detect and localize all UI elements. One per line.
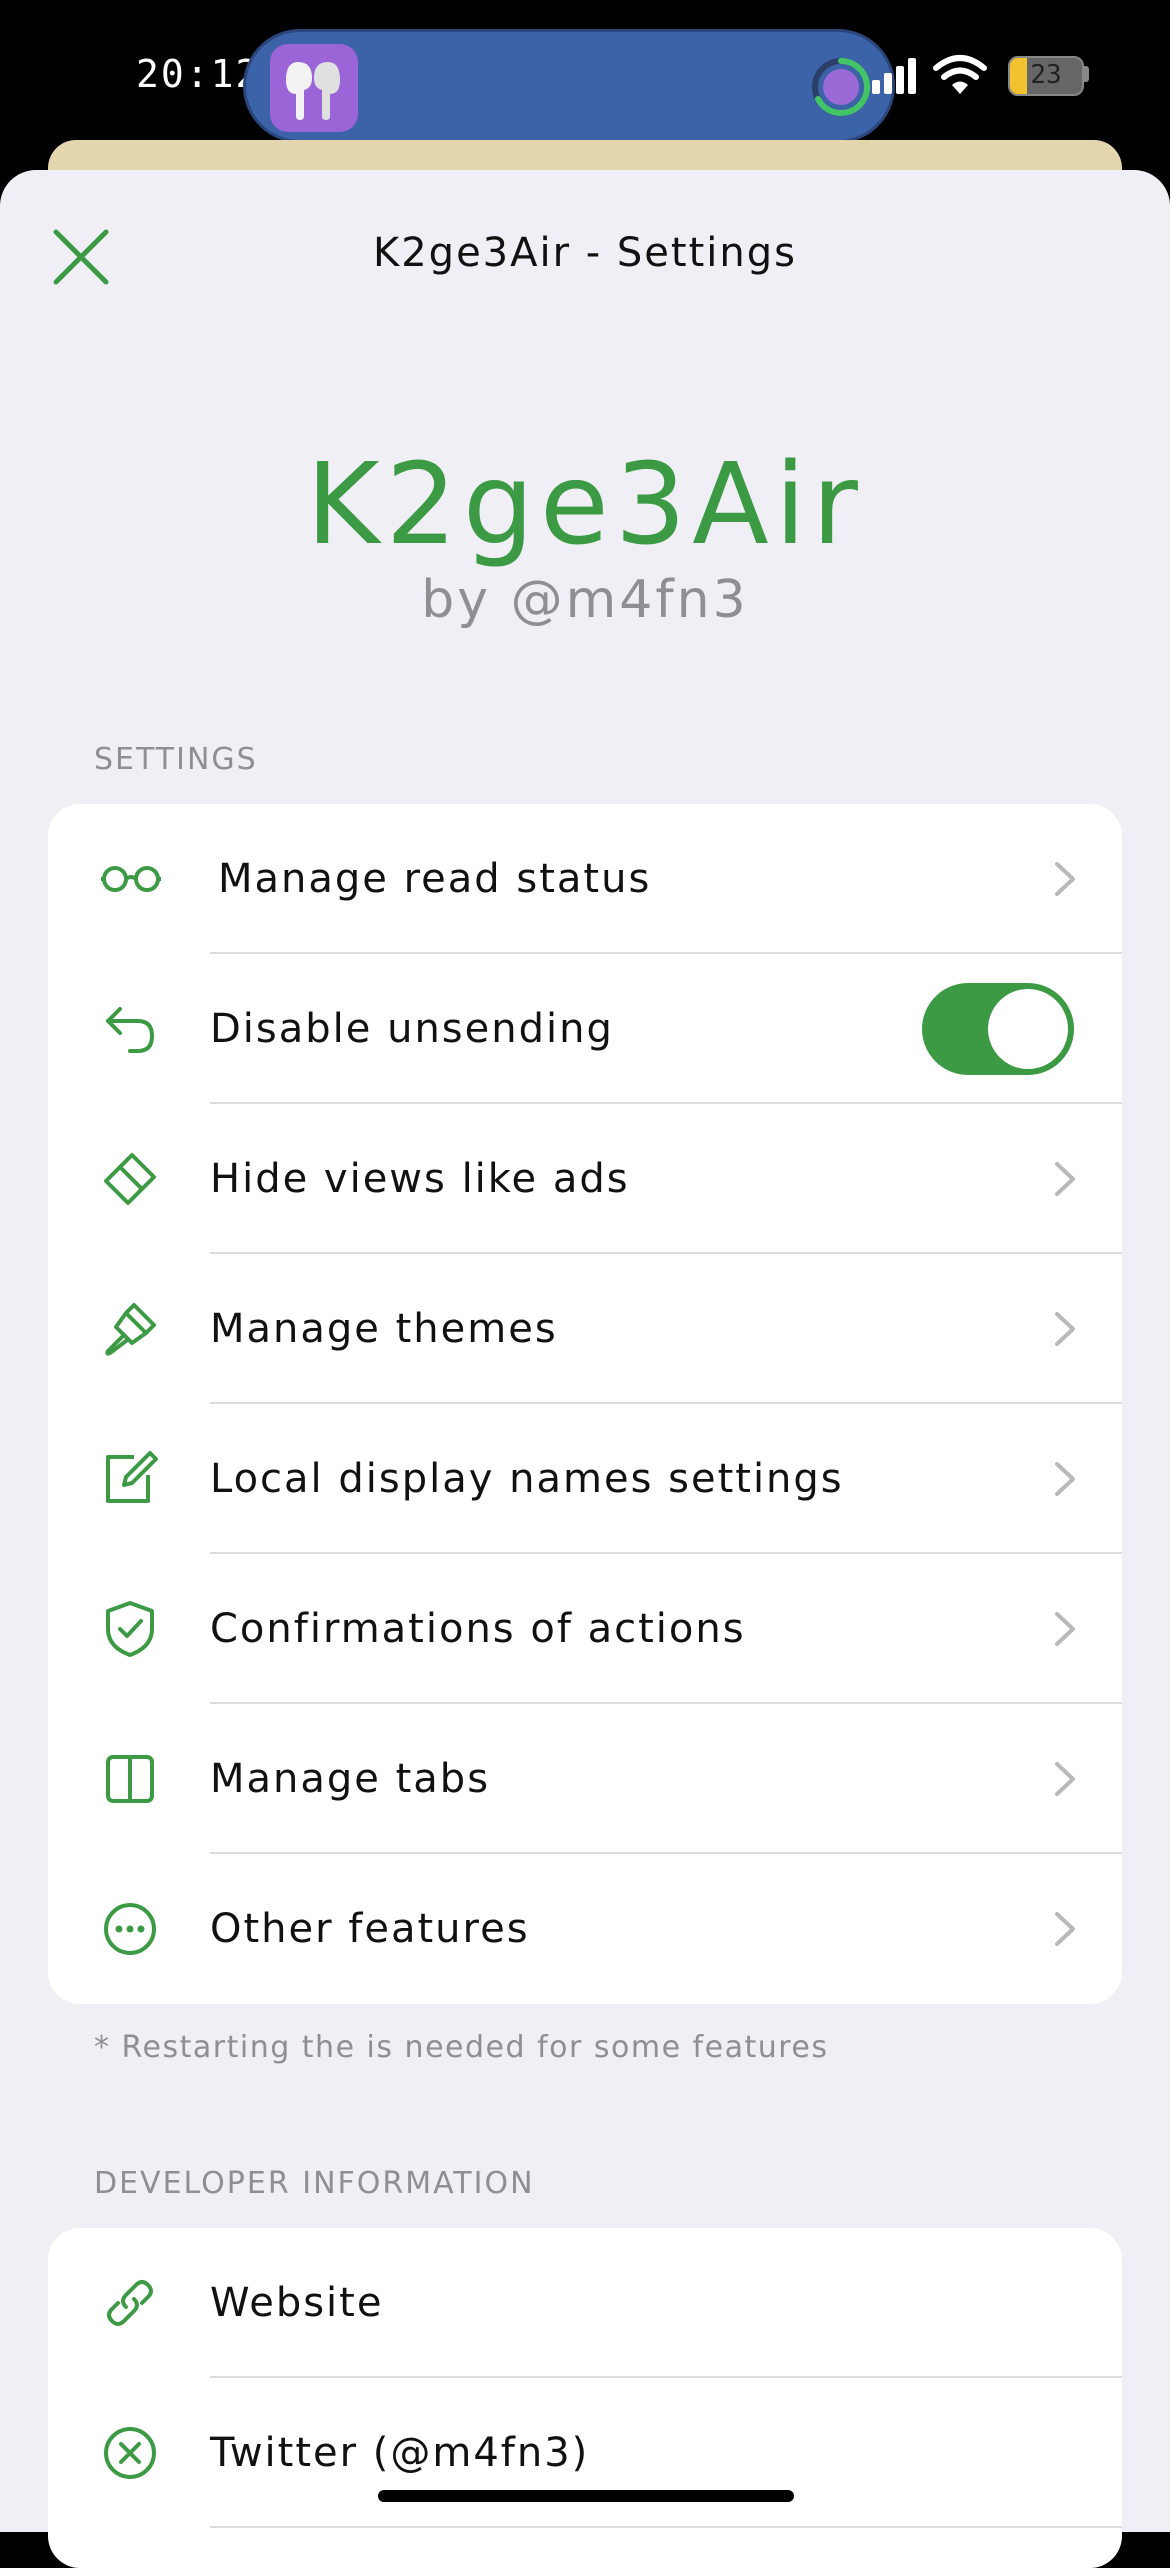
eraser-icon: [104, 1153, 156, 1205]
row-website[interactable]: Website: [48, 2228, 1122, 2378]
edit-icon: [106, 1451, 158, 1503]
chevron-right-icon: [1055, 1462, 1075, 1496]
chevron-right-icon: [1055, 1762, 1075, 1796]
row-label: Other features: [210, 1906, 530, 1952]
battery-indicator: 23: [1008, 56, 1084, 96]
wifi-icon: [933, 55, 987, 94]
app-logo-title: K2ge3Air: [306, 440, 864, 570]
developer-group: Website Twitter (@m4fn3): [48, 2228, 1122, 2568]
chevron-right-icon: [1055, 1612, 1075, 1646]
link-icon: [107, 2280, 153, 2326]
restart-footnote: * Restarting the is needed for some feat…: [94, 2030, 829, 2065]
row-label: Manage read status: [218, 856, 652, 902]
cellular-signal-icon: [872, 58, 916, 94]
battery-ring-icon: [812, 57, 871, 116]
status-time: 20:12: [136, 52, 261, 96]
settings-group: Manage read status Disable unsending Hid…: [48, 804, 1122, 2004]
home-indicator[interactable]: [378, 2490, 794, 2502]
row-twitter[interactable]: Twitter (@m4fn3): [48, 2378, 1122, 2528]
shield-check-icon: [106, 1601, 154, 1657]
paintbrush-icon: [105, 1303, 156, 1356]
row-confirmations-of-actions[interactable]: Confirmations of actions: [48, 1554, 1122, 1704]
undo-arrow-icon: [106, 1007, 155, 1053]
nav-title: K2ge3Air - Settings: [373, 230, 797, 276]
split-panel-icon: [106, 1755, 154, 1803]
dynamic-island[interactable]: [246, 32, 892, 140]
chevron-right-icon: [1055, 862, 1075, 896]
row-manage-tabs[interactable]: Manage tabs: [48, 1704, 1122, 1854]
row-label: Local display names settings: [210, 1456, 844, 1502]
row-label: Disable unsending: [210, 1006, 614, 1052]
row-manage-read-status[interactable]: Manage read status: [48, 804, 1122, 954]
chevron-right-icon: [1055, 1912, 1075, 1946]
author-byline: by @m4fn3: [421, 570, 749, 630]
disable-unsending-toggle[interactable]: [922, 983, 1074, 1075]
toggle-knob: [988, 989, 1068, 1069]
row-label: Website: [210, 2280, 384, 2326]
chevron-right-icon: [1055, 1312, 1075, 1346]
glasses-icon: [101, 866, 161, 892]
row-label: Manage tabs: [210, 1756, 491, 1802]
settings-section-header: SETTINGS: [94, 742, 258, 777]
airpods-app-icon[interactable]: [270, 44, 358, 132]
row-other-features[interactable]: Other features: [48, 1854, 1122, 2004]
developer-section-header: DEVELOPER INFORMATION: [94, 2166, 535, 2201]
row-label: Confirmations of actions: [210, 1606, 746, 1652]
battery-level: 23: [1030, 60, 1062, 90]
settings-sheet: K2ge3Air - Settings K2ge3Air by @m4fn3 S…: [0, 170, 1170, 2568]
row-manage-themes[interactable]: Manage themes: [48, 1254, 1122, 1404]
chevron-right-icon: [1055, 1162, 1075, 1196]
row-hide-views-like-ads[interactable]: Hide views like ads: [48, 1104, 1122, 1254]
x-circle-icon: [104, 2427, 156, 2479]
row-label: Manage themes: [210, 1306, 558, 1352]
ellipsis-circle-icon: [104, 1903, 156, 1955]
row-label: Twitter (@m4fn3): [210, 2430, 590, 2476]
row-local-display-names[interactable]: Local display names settings: [48, 1404, 1122, 1554]
row-label: Hide views like ads: [210, 1156, 630, 1202]
row-disable-unsending[interactable]: Disable unsending: [48, 954, 1122, 1104]
